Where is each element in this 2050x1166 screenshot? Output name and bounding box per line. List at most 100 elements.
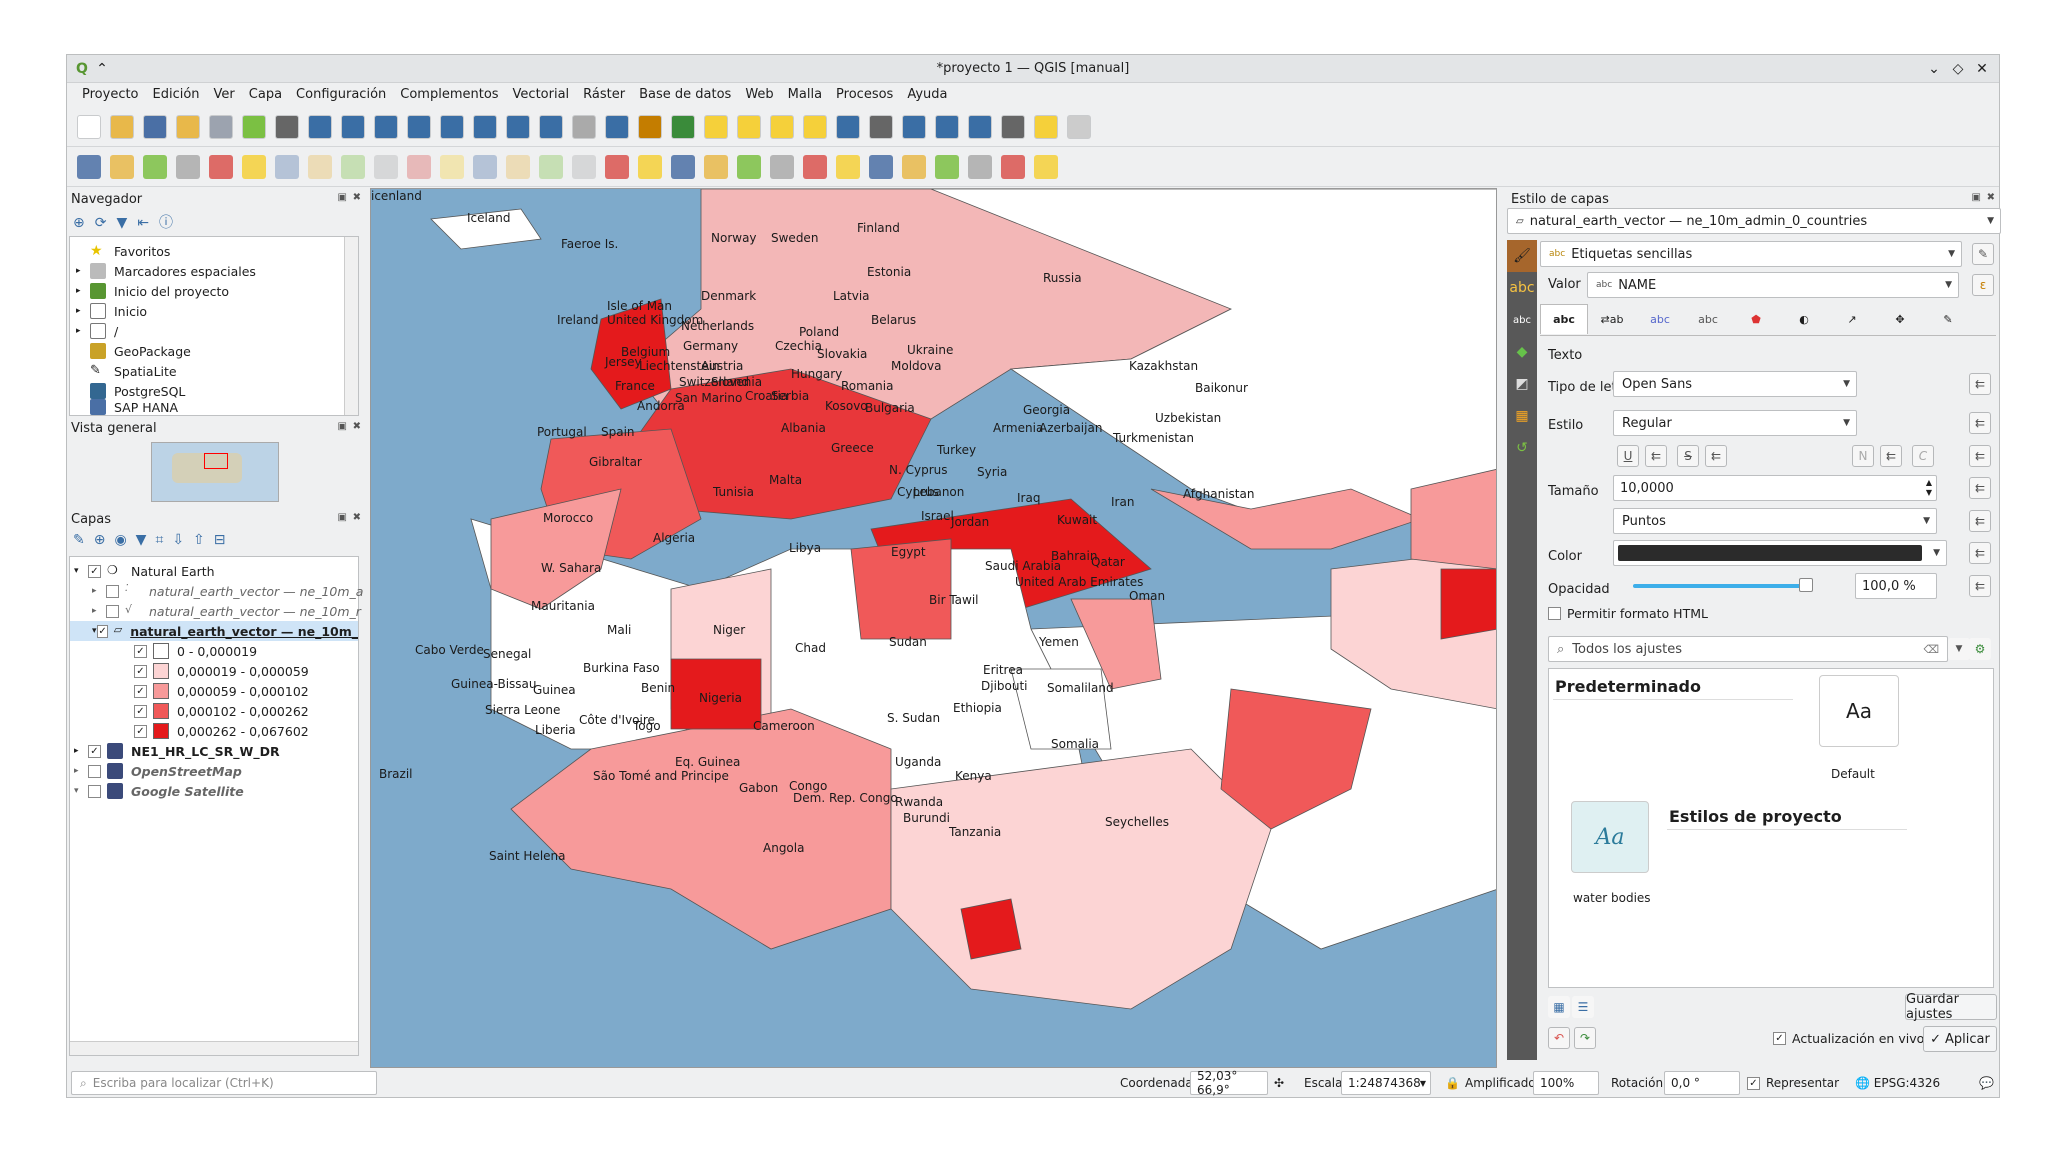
checkbox[interactable] [1548, 606, 1561, 620]
float-icon[interactable]: ▣ [1972, 192, 1981, 203]
style-search-input[interactable]: ⌕ Todos los ajustes ⌫ [1548, 636, 1948, 662]
spin-arrows-icon[interactable]: ▲ ▼ [1926, 478, 1932, 498]
list-item[interactable]: ▸ Inicio del proyecto [76, 281, 229, 301]
water-bodies-preview[interactable]: Aa [1571, 801, 1649, 873]
crs-button[interactable]: 🌐 EPSG:4326 [1855, 1076, 1940, 1090]
legend-item[interactable]: ✓ 0,000019 - 0,000059 [134, 661, 309, 681]
toolbar-tool-icon[interactable] [671, 115, 695, 139]
checkbox[interactable] [106, 604, 119, 618]
save-settings-button[interactable]: Guardar ajustes [1905, 992, 1997, 1022]
toolbar-edit-icon[interactable] [506, 155, 530, 179]
expand-icon[interactable]: ▸ [74, 746, 88, 756]
list-item[interactable]: ▸ Marcadores espaciales [76, 261, 256, 281]
toolbar-tool-icon[interactable] [143, 115, 167, 139]
rotation-field[interactable]: 0,0 ° [1664, 1071, 1740, 1095]
layer-select[interactable]: ▱ natural_earth_vector — ne_10m_admin_0_c… [1507, 208, 2001, 234]
toolbar-edit-icon[interactable] [473, 155, 497, 179]
toolbar-edit-icon[interactable] [704, 155, 728, 179]
toolbar-tool-icon[interactable] [935, 115, 959, 139]
opacity-slider[interactable] [1633, 578, 1813, 592]
toolbar-edit-icon[interactable] [440, 155, 464, 179]
toolbar-tool-icon[interactable] [209, 115, 233, 139]
menu-base-de-datos[interactable]: Base de datos [632, 83, 738, 107]
toolbar-edit-icon[interactable] [176, 155, 200, 179]
toolbar-edit-icon[interactable] [770, 155, 794, 179]
navigator-tree[interactable]: ★ Favoritos ▸ Marcadores espaciales ▸ Inici… [69, 236, 359, 416]
data-defined-button[interactable]: ⇇ [1969, 412, 1991, 434]
list-item[interactable]: ★ Favoritos [90, 241, 170, 261]
layer-item[interactable]: ▸ OpenStreetMap [74, 761, 242, 781]
toolbar-tool-icon[interactable] [770, 115, 794, 139]
toolbar-edit-icon[interactable] [539, 155, 563, 179]
menu-web[interactable]: Web [738, 83, 780, 107]
toolbar-tool-icon[interactable] [308, 115, 332, 139]
toolbar-edit-icon[interactable] [968, 155, 992, 179]
unit-select[interactable]: Puntos ▼ [1613, 508, 1937, 534]
list-view-icon[interactable]: ☰ [1572, 996, 1594, 1018]
layer-item[interactable]: ▸ ⁚ natural_earth_vector — ne_10m_a [92, 581, 363, 601]
expression-button[interactable]: ε [1972, 274, 1994, 296]
toolbar-edit-icon[interactable] [341, 155, 365, 179]
opacity-slider-handle[interactable] [1799, 578, 1813, 592]
opacity-spinbox[interactable]: 100,0 % [1855, 573, 1937, 599]
menu-configuracion[interactable]: Configuración [289, 83, 393, 107]
maximize-icon[interactable]: ◇ [1949, 60, 1967, 78]
toolbar-edit-icon[interactable] [902, 155, 926, 179]
menu-raster[interactable]: Ráster [576, 83, 632, 107]
toolbar-tool-icon[interactable] [605, 115, 629, 139]
render-row[interactable]: ✓ Representar [1747, 1073, 1839, 1093]
toolbar-edit-icon[interactable] [737, 155, 761, 179]
overview-map[interactable] [151, 442, 279, 502]
data-defined-button[interactable]: ⇇ [1969, 542, 1991, 564]
style-select[interactable]: Regular ▼ [1613, 410, 1857, 436]
layer-group[interactable]: ▾ ✓ ❍ Natural Earth [74, 561, 215, 581]
history-tab-icon[interactable]: ↺ [1507, 432, 1537, 464]
toolbar-edit-icon[interactable] [605, 155, 629, 179]
toolbar-edit-icon[interactable] [935, 155, 959, 179]
auto-placement-button[interactable]: ✎ [1972, 243, 1994, 265]
strikeout-button[interactable]: S [1677, 445, 1699, 467]
data-defined-button[interactable]: ⇇ [1969, 373, 1991, 395]
expand-icon[interactable]: ▸ [76, 326, 90, 336]
toolbar-tool-icon[interactable] [902, 115, 926, 139]
menu-complementos[interactable]: Complementos [393, 83, 505, 107]
float-icon[interactable]: ▣ [338, 512, 347, 523]
toolbar-edit-icon[interactable] [110, 155, 134, 179]
toolbar-edit-icon[interactable] [1034, 155, 1058, 179]
toolbar-tool-icon[interactable] [572, 115, 596, 139]
checkbox[interactable]: ✓ [88, 564, 101, 578]
close-icon[interactable]: ✕ [1973, 60, 1991, 78]
extents-toggle-icon[interactable]: ✣ [1274, 1076, 1284, 1090]
h-scrollbar[interactable] [70, 1041, 358, 1055]
diagrams-tab-icon[interactable]: ◩ [1507, 368, 1537, 400]
undo-icon[interactable]: ↶ [1548, 1027, 1570, 1049]
data-defined-button[interactable]: ⇇ [1880, 445, 1902, 467]
checkbox[interactable] [106, 584, 119, 598]
checkbox[interactable]: ✓ [134, 684, 147, 698]
float-icon[interactable]: ▣ [338, 421, 347, 432]
menu-vectorial[interactable]: Vectorial [506, 83, 577, 107]
map-canvas[interactable]: Iceland Faeroe Is. Norway Sweden Finland Esto… [370, 188, 1497, 1068]
callouts-tab-icon[interactable]: ↗ [1828, 304, 1876, 334]
list-item[interactable]: PostgreSQL [90, 381, 185, 401]
layer-item[interactable]: ▸ √ natural_earth_vector — ne_10m_r [92, 601, 361, 621]
list-item[interactable]: ✎ SpatiaLite [90, 361, 177, 381]
layer-item[interactable]: ▸ ✓ NE1_HR_LC_SR_W_DR [74, 741, 280, 761]
collapse-icon[interactable]: ▾ [74, 566, 88, 576]
legend-item[interactable]: ✓ 0,000102 - 0,000262 [134, 701, 309, 721]
clear-icon[interactable]: ⌫ [1923, 643, 1939, 656]
symbology-tab-icon[interactable]: 🖌 [1507, 240, 1537, 272]
toolbar-tool-icon[interactable] [473, 115, 497, 139]
checkbox[interactable]: ✓ [1773, 1031, 1786, 1045]
expand-icon[interactable]: ▸ [76, 286, 90, 296]
menu-procesos[interactable]: Procesos [829, 83, 900, 107]
legend-item[interactable]: ✓ 0 - 0,000019 [134, 641, 257, 661]
navigator-toolbar-icons[interactable]: ⊕⟳▼⇤ⓘ [73, 212, 183, 232]
scale-field[interactable]: 1:24874368 ▼ [1341, 1071, 1431, 1095]
masks-tab-icon[interactable]: abc [1507, 304, 1537, 336]
placement-tab-icon[interactable]: ✥ [1876, 304, 1924, 334]
scrollbar[interactable] [344, 237, 358, 415]
bold-button[interactable]: N [1852, 445, 1874, 467]
close-panel-icon[interactable]: ✖ [353, 512, 361, 523]
formatting-tab-icon[interactable]: ⇄ab [1588, 304, 1636, 334]
